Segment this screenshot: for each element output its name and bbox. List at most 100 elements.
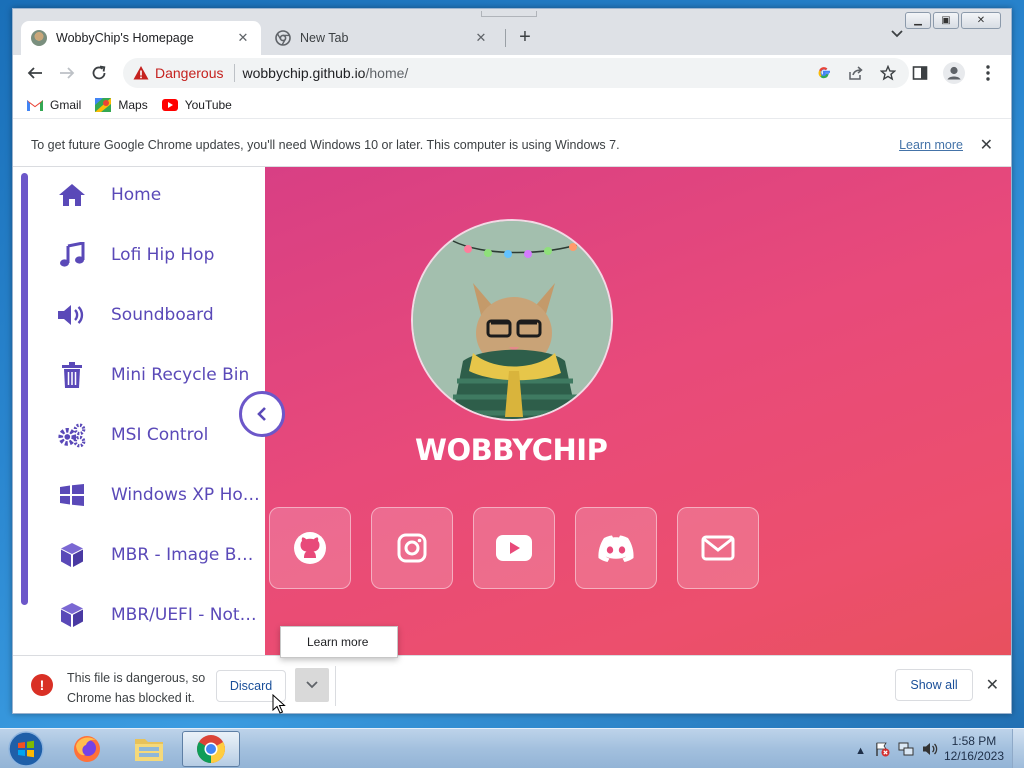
shelf-separator — [335, 666, 336, 706]
bookmark-label: Maps — [118, 97, 148, 112]
sidebar-item-home[interactable]: Home — [57, 175, 161, 215]
download-shelf: ! This file is dangerous, so Chrome has … — [13, 655, 1011, 713]
minimize-button[interactable]: ▁ — [905, 12, 931, 29]
bookmark-gmail[interactable]: Gmail — [27, 98, 81, 112]
sidebar-item-lofi-hip-hop[interactable]: Lofi Hip Hop — [57, 235, 214, 275]
sidebar-item-mbr-uefi[interactable]: MBR/UEFI - Not… — [57, 595, 257, 635]
profile-avatar-icon[interactable] — [941, 60, 967, 86]
maps-icon — [95, 97, 112, 112]
infobar-close-icon[interactable]: ✕ — [980, 135, 993, 155]
tab-search-chevron-icon[interactable] — [891, 27, 903, 41]
shelf-close-icon[interactable]: ✕ — [986, 675, 999, 695]
tab-wobbychip-homepage[interactable]: WobbyChip's Homepage ✕ — [21, 21, 261, 55]
start-button[interactable] — [4, 730, 48, 768]
chrome-icon — [197, 735, 225, 763]
clock[interactable]: 1:58 PM 12/16/2023 — [944, 734, 1004, 764]
tab-title: New Tab — [300, 31, 349, 45]
windows-orb-icon — [8, 731, 44, 767]
network-icon[interactable] — [898, 741, 914, 760]
sidebar-collapse-button[interactable] — [239, 391, 285, 437]
tab-close-icon[interactable]: ✕ — [235, 30, 251, 46]
volume-icon[interactable] — [922, 741, 938, 760]
page-content: Home Lofi Hip Hop Soundboard Mini Recycl… — [13, 167, 1011, 655]
sidebar-scroll-bar[interactable] — [21, 173, 28, 605]
youtube-link[interactable] — [473, 507, 555, 589]
hero-section: WOBBYCHIP — [265, 167, 1011, 655]
sidebar-item-mbr-image[interactable]: MBR - Image B… — [57, 535, 253, 575]
clock-time: 1:58 PM — [951, 734, 997, 748]
browser-toolbar: Dangerous wobbychip.github.io/home/ — [13, 55, 1011, 91]
share-icon[interactable] — [847, 64, 865, 82]
sidebar-item-soundboard[interactable]: Soundboard — [57, 295, 214, 335]
cube-icon — [57, 601, 87, 629]
download-options-button[interactable] — [295, 668, 329, 702]
sidebar-item-label: Windows XP Ho… — [111, 485, 260, 505]
taskbar-firefox[interactable] — [58, 731, 116, 767]
sidebar: Home Lofi Hip Hop Soundboard Mini Recycl… — [13, 167, 265, 655]
tray-expand-icon[interactable]: ▲ — [855, 745, 866, 757]
show-all-button[interactable]: Show all — [895, 669, 973, 701]
security-status-label[interactable]: Dangerous — [155, 65, 224, 81]
url-host: wobbychip.github.io — [242, 65, 366, 81]
bookmark-star-icon[interactable] — [879, 64, 897, 82]
back-button[interactable] — [21, 59, 49, 87]
tab-separator — [505, 29, 506, 47]
reload-button[interactable] — [85, 59, 113, 87]
youtube-icon — [496, 535, 532, 561]
cat-favicon-icon — [31, 30, 47, 46]
infobar-message: To get future Google Chrome updates, you… — [31, 137, 620, 152]
google-lens-icon[interactable] — [815, 64, 833, 82]
maximize-button[interactable]: ▣ — [933, 12, 959, 29]
bookmarks-bar: Gmail Maps YouTube — [13, 91, 1011, 119]
instagram-icon — [397, 533, 427, 563]
taskbar-explorer[interactable] — [120, 731, 178, 767]
tabstrip-grip — [481, 11, 537, 17]
profile-avatar-image — [411, 219, 613, 421]
bookmark-youtube[interactable]: YouTube — [161, 97, 232, 112]
bookmark-label: YouTube — [184, 97, 232, 112]
chevron-left-icon — [257, 407, 266, 421]
cube-icon — [57, 541, 87, 569]
taskbar: ▲ 1:58 PM 12/16/2023 — [0, 728, 1024, 768]
new-tab-button[interactable]: + — [513, 25, 537, 49]
infobar-learn-more-link[interactable]: Learn more — [899, 138, 963, 152]
tab-new-tab[interactable]: New Tab ✕ — [265, 21, 499, 55]
title-bar: ▁ ▣ ✕ WobbyChip's Homepage ✕ New Tab ✕ + — [13, 9, 1011, 55]
learn-more-menu-item[interactable]: Learn more — [280, 626, 398, 658]
youtube-icon — [161, 98, 178, 111]
sidebar-item-label: MSI Control — [111, 425, 209, 445]
show-desktop-button[interactable] — [1012, 729, 1024, 768]
side-panel-icon[interactable] — [907, 60, 933, 86]
github-link[interactable] — [269, 507, 351, 589]
trash-icon — [57, 361, 87, 389]
system-tray: ▲ — [855, 741, 938, 760]
instagram-link[interactable] — [371, 507, 453, 589]
github-icon — [294, 532, 326, 564]
action-center-flag-icon[interactable] — [874, 741, 890, 760]
sidebar-item-label: Soundboard — [111, 305, 214, 325]
discord-link[interactable] — [575, 507, 657, 589]
sidebar-item-mini-recycle-bin[interactable]: Mini Recycle Bin — [57, 355, 249, 395]
forward-button[interactable] — [53, 59, 81, 87]
bookmark-maps[interactable]: Maps — [95, 97, 148, 112]
folder-icon — [135, 739, 163, 761]
menu-kebab-icon[interactable] — [975, 60, 1001, 86]
discord-icon — [598, 535, 634, 562]
mouse-cursor-icon — [272, 693, 288, 717]
warning-triangle-icon — [133, 65, 149, 81]
close-window-button[interactable]: ✕ — [961, 12, 1001, 29]
firefox-icon — [74, 736, 100, 762]
taskbar-chrome[interactable] — [182, 731, 240, 767]
windows-icon — [57, 481, 87, 509]
home-icon — [57, 181, 87, 209]
sidebar-item-windows-xp[interactable]: Windows XP Ho… — [57, 475, 260, 515]
tab-close-icon[interactable]: ✕ — [473, 30, 489, 46]
url-path: /home/ — [365, 65, 409, 81]
sidebar-item-label: Home — [111, 185, 162, 205]
email-link[interactable] — [677, 507, 759, 589]
speaker-icon — [57, 301, 87, 329]
sidebar-item-label: MBR - Image B… — [111, 545, 254, 565]
sidebar-item-msi-control[interactable]: MSI Control — [57, 415, 208, 455]
omnibox-icons — [815, 64, 897, 82]
address-bar[interactable]: Dangerous wobbychip.github.io/home/ — [123, 58, 909, 88]
